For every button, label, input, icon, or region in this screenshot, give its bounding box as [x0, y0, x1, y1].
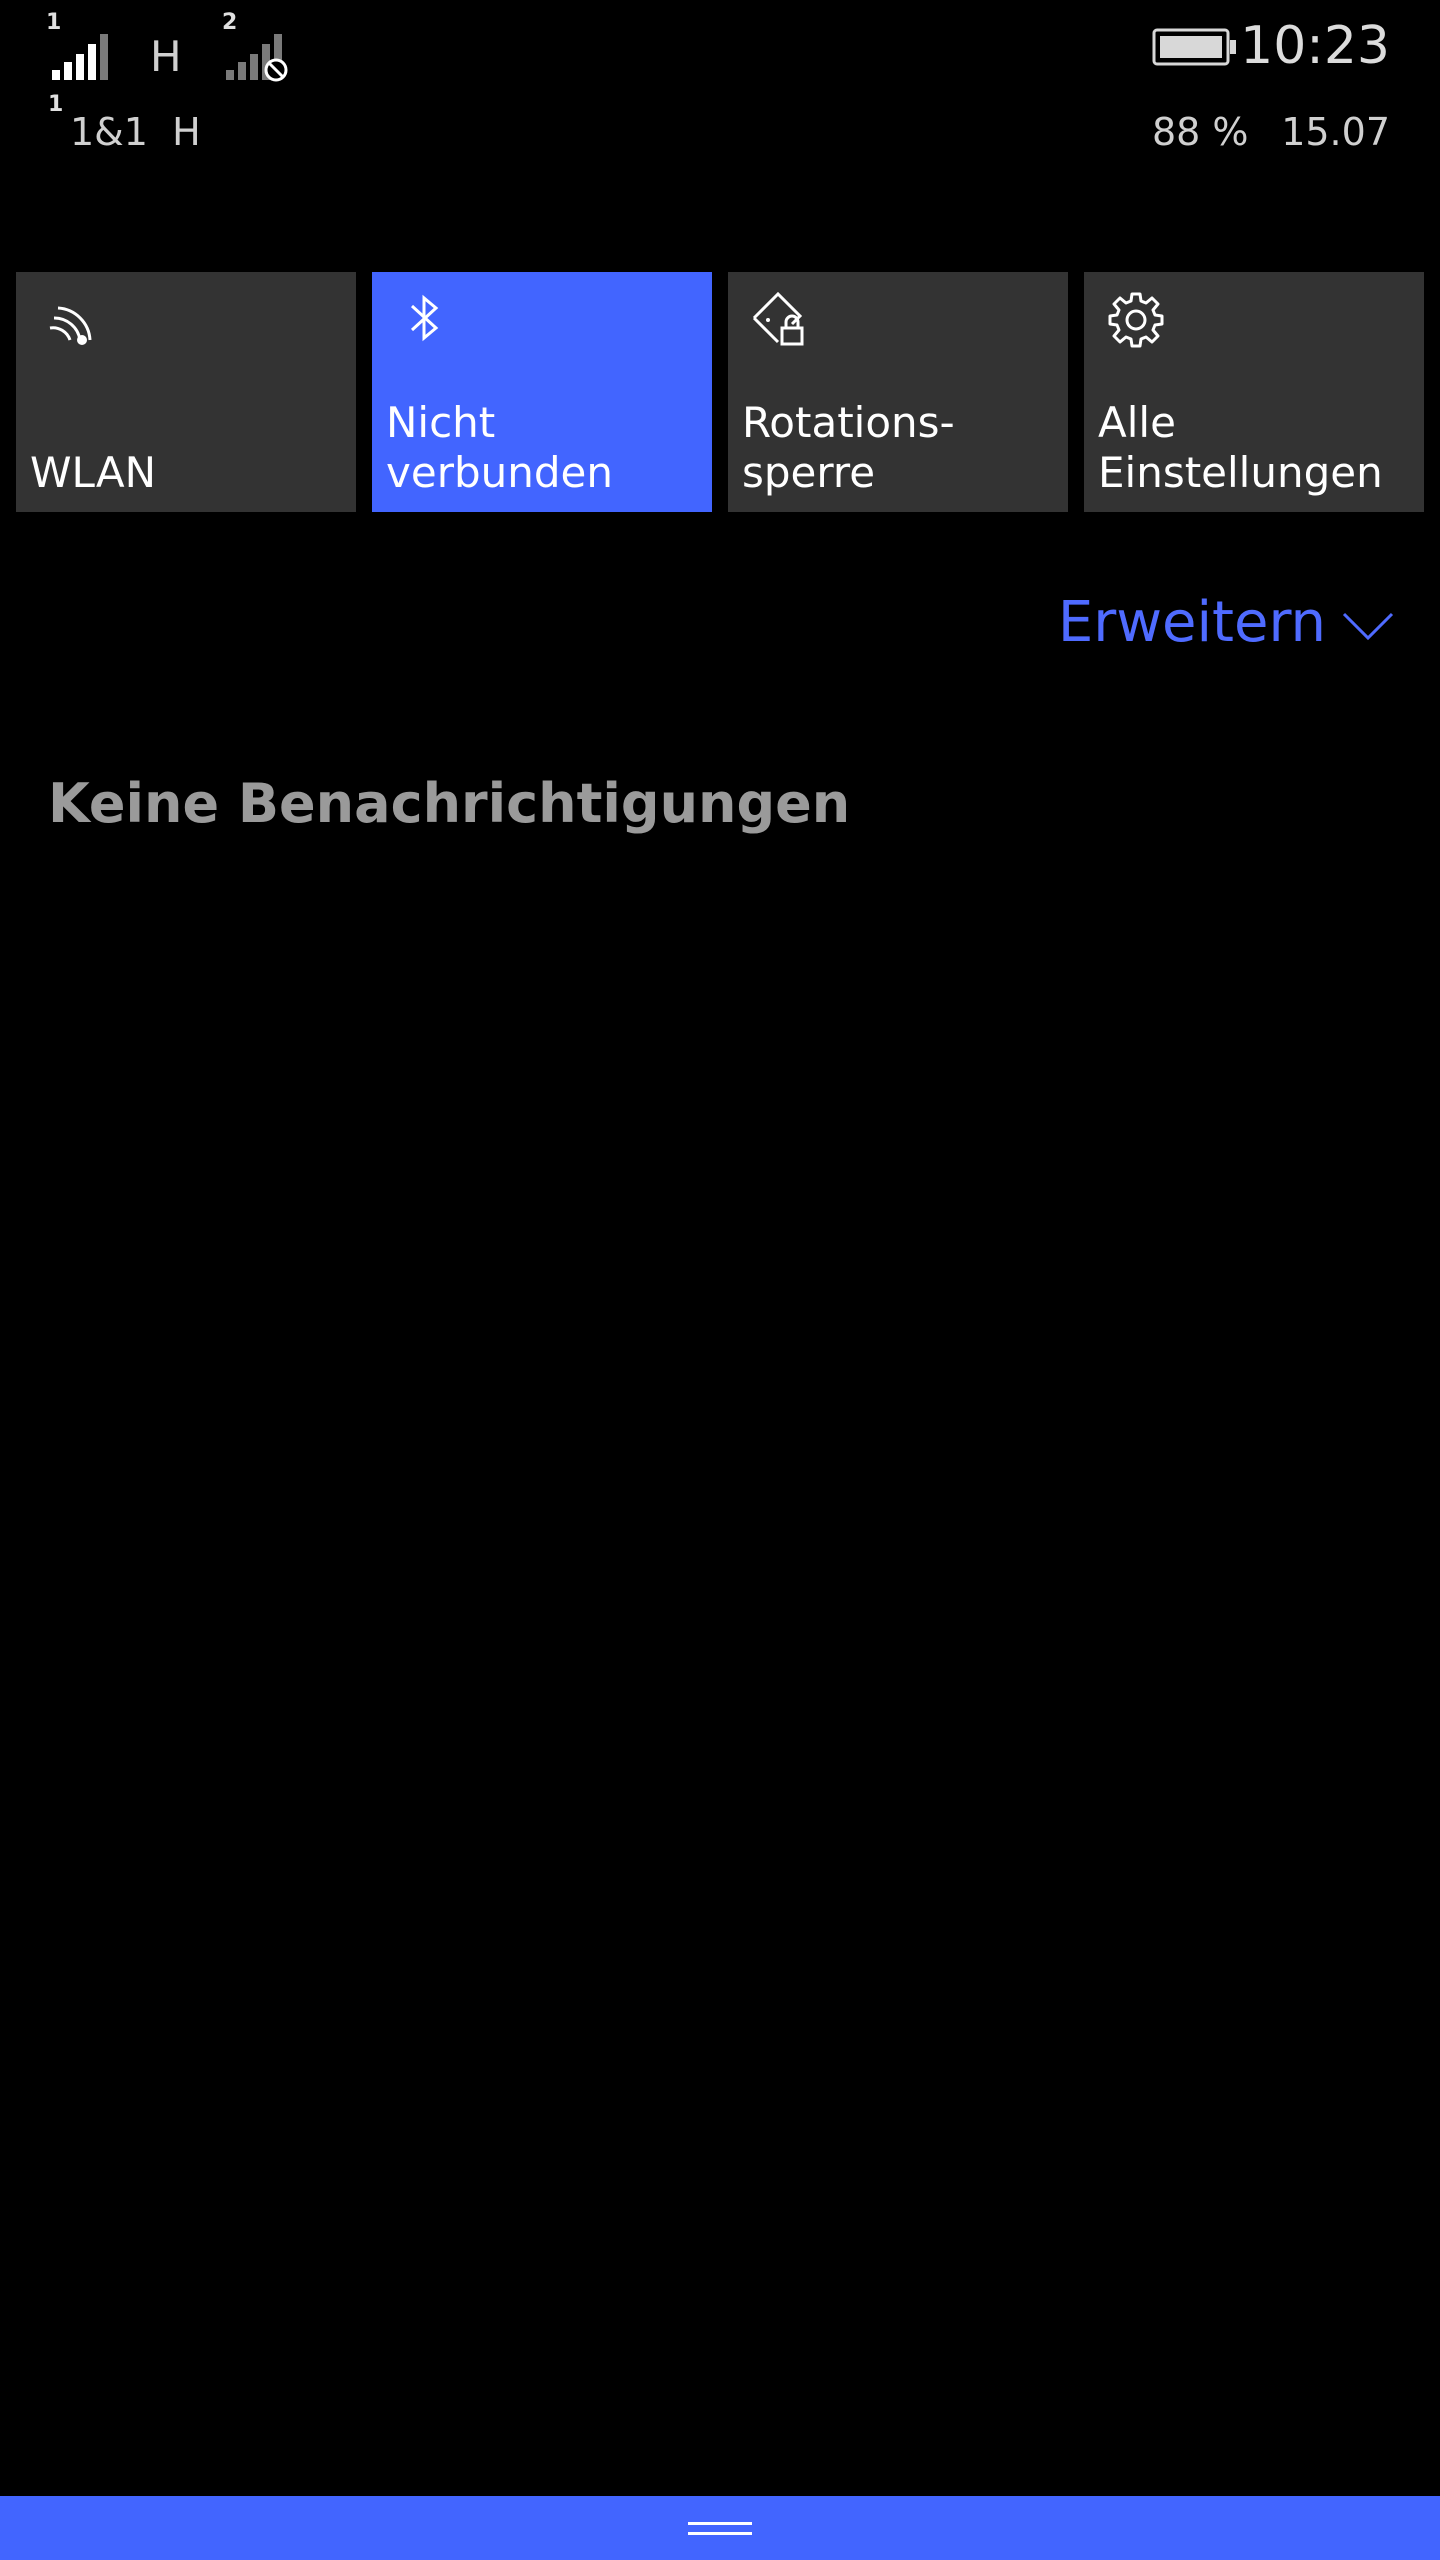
- quick-action-label: WLAN: [30, 448, 157, 497]
- drag-handle-icon: [688, 2522, 752, 2535]
- sim1-network-type: H: [150, 32, 182, 81]
- wifi-icon: [49, 306, 92, 345]
- rotation-lock-icon: [752, 291, 804, 346]
- quick-action-label: Rotations- sperre: [742, 398, 955, 497]
- date: 15.07: [1281, 110, 1390, 154]
- bluetooth-icon: [410, 294, 439, 342]
- quick-action-all-settings[interactable]: Alle Einstellungen: [1084, 272, 1424, 512]
- quick-actions: WLAN Nicht verbunden Rotations- sperre A…: [16, 272, 1424, 512]
- expand-button[interactable]: Erweitern: [1058, 590, 1394, 655]
- quick-action-rotation-lock[interactable]: Rotations- sperre: [728, 272, 1068, 512]
- quick-action-label: Alle Einstellungen: [1098, 398, 1383, 497]
- sim2-signal-disabled-icon: [226, 34, 288, 82]
- carrier-name: 1&1 H: [70, 110, 201, 154]
- quick-action-bluetooth[interactable]: Nicht verbunden: [372, 272, 712, 512]
- expand-label: Erweitern: [1057, 590, 1326, 655]
- sim1-signal-icon: [52, 34, 108, 80]
- quick-action-wlan[interactable]: WLAN: [16, 272, 356, 512]
- empty-notifications-text: Keine Benachrichtigungen: [48, 772, 851, 835]
- chevron-down-icon: [1342, 612, 1394, 640]
- carrier-sim-index: 1: [48, 92, 64, 117]
- quick-action-label: Nicht verbunden: [386, 398, 613, 497]
- status-bar: 1 H 2 1 1&1 H 88 % 10:23 15.07: [0, 0, 1440, 170]
- battery-icon: [1152, 28, 1236, 66]
- action-center-handle[interactable]: [0, 2496, 1440, 2560]
- gear-icon: [1108, 292, 1164, 348]
- clock: 10:23: [1240, 16, 1390, 76]
- battery-percentage: 88 %: [1152, 110, 1249, 154]
